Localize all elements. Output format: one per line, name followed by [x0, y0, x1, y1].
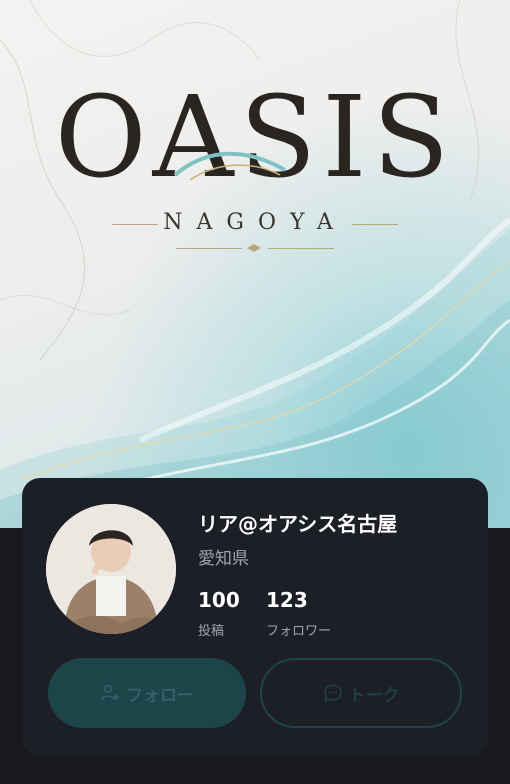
profile-card: リア@オアシス名古屋 愛知県 100 投稿 123 フォロワー フォロー トーク	[22, 478, 488, 756]
followers-count: 123	[266, 588, 308, 612]
follow-button[interactable]: フォロー	[48, 658, 246, 728]
avatar-photo	[46, 504, 176, 634]
logo-swoosh	[173, 151, 286, 181]
brand-subtitle: NAGOYA	[163, 210, 347, 235]
ornament-line-right	[268, 248, 334, 249]
posts-count: 100	[198, 588, 240, 612]
follow-button-label: フォロー	[126, 685, 194, 706]
followers-label: フォロワー	[266, 624, 332, 639]
cover-image: OASIS NAGOYA	[0, 0, 510, 528]
ornament-line-left	[176, 248, 242, 249]
logo-ornament	[247, 244, 261, 252]
profile-name: リア@オアシス名古屋	[198, 512, 398, 536]
add-user-icon	[100, 683, 120, 703]
chat-bubble-icon	[323, 683, 343, 703]
talk-button[interactable]: トーク	[260, 658, 462, 728]
posts-label: 投稿	[198, 624, 225, 639]
profile-location: 愛知県	[198, 549, 249, 569]
talk-button-label: トーク	[348, 685, 400, 706]
avatar[interactable]	[46, 504, 176, 634]
